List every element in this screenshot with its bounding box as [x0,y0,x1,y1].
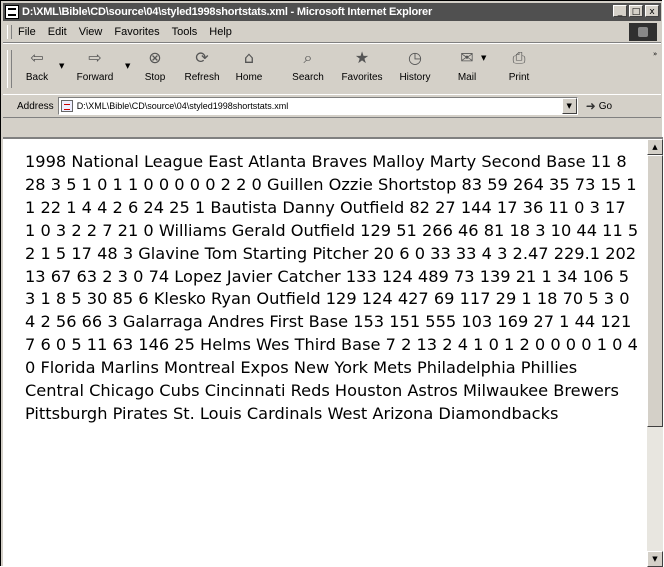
mail-label: Mail [457,72,477,83]
close-button[interactable]: x [645,5,659,17]
title-bar[interactable]: D:\XML\Bible\CD\source\04\styled1998shor… [3,3,661,21]
xml-document-icon [5,5,19,19]
favorites-label: Favorites [341,72,383,83]
history-label: History [399,72,431,83]
menu-tools[interactable]: Tools [172,26,198,38]
go-arrow-icon: ➜ [585,99,596,113]
home-icon: ⌂ [243,48,255,67]
toolbar-grip[interactable] [7,50,12,88]
favorites-button[interactable]: ★ Favorites [335,48,389,90]
refresh-button[interactable]: ⟳ Refresh [179,48,225,90]
menu-file[interactable]: File [18,26,36,38]
forward-button[interactable]: ⇨ Forward [69,48,121,90]
refresh-label: Refresh [184,72,220,83]
back-arrow-icon: ⇦ [30,48,44,67]
favorites-icon: ★ [354,48,370,67]
windows-logo-icon [629,23,657,41]
forward-label: Forward [76,72,114,83]
history-button[interactable]: ◷ History [393,48,437,90]
print-icon: ⎙ [512,48,526,67]
address-dropdown-icon[interactable]: ▼ [561,98,577,114]
mail-button[interactable]: ✉ Mail [449,48,485,90]
menu-edit[interactable]: Edit [48,26,67,38]
address-input[interactable]: D:\XML\Bible\CD\source\04\styled1998shor… [57,97,578,115]
back-dropdown-icon[interactable]: ▼ [59,62,64,70]
address-bar: Address D:\XML\Bible\CD\source\04\styled… [3,94,661,118]
menu-bar: File Edit View Favorites Tools Help [3,22,661,43]
window-controls: _ □ x [613,5,659,17]
stop-button[interactable]: ⊗ Stop [135,48,175,90]
menu-view[interactable]: View [79,26,103,38]
history-icon: ◷ [408,48,422,67]
minimize-button[interactable]: _ [613,5,627,17]
menu-grip[interactable] [7,25,12,39]
menu-favorites[interactable]: Favorites [114,26,159,38]
browser-window: D:\XML\Bible\CD\source\04\styled1998shor… [0,0,663,567]
go-button[interactable]: ➜ Go [586,99,612,113]
home-button[interactable]: ⌂ Home [229,48,269,90]
print-label: Print [508,72,530,83]
forward-arrow-icon: ⇨ [88,48,102,67]
search-label: Search [292,72,324,83]
back-button[interactable]: ⇦ Back [17,48,57,90]
standard-toolbar: ⇦ Back ▼ ⇨ Forward ▼ ⊗ Stop ⟳ Refresh ⌂ … [3,43,661,95]
stop-icon: ⊗ [148,48,162,67]
address-value: D:\XML\Bible\CD\source\04\styled1998shor… [76,101,289,111]
scroll-down-icon[interactable]: ▼ [647,551,663,567]
forward-dropdown-icon[interactable]: ▼ [125,62,130,70]
mail-dropdown-icon[interactable]: ▼ [481,54,486,62]
maximize-button[interactable]: □ [629,5,643,17]
document-view[interactable]: 1998 National League East Atlanta Braves… [3,139,647,567]
search-button[interactable]: ⌕ Search [285,48,331,90]
toolbar-overflow-icon[interactable]: » [653,50,657,58]
scroll-thumb[interactable] [647,155,663,427]
vertical-scrollbar[interactable]: ▲ ▼ [647,139,663,567]
search-icon: ⌕ [303,48,313,67]
document-text: 1998 National League East Atlanta Braves… [25,152,639,423]
stop-label: Stop [144,72,166,83]
back-label: Back [25,72,49,83]
print-button[interactable]: ⎙ Print [501,48,537,90]
address-label: Address [17,100,54,112]
mail-icon: ✉ [460,48,474,67]
page-icon [60,100,73,112]
window-title: D:\XML\Bible\CD\source\04\styled1998shor… [22,6,433,18]
refresh-icon: ⟳ [195,48,209,67]
menu-help[interactable]: Help [209,26,232,38]
scroll-up-icon[interactable]: ▲ [647,139,663,155]
go-label: Go [598,100,613,112]
home-label: Home [235,72,263,83]
